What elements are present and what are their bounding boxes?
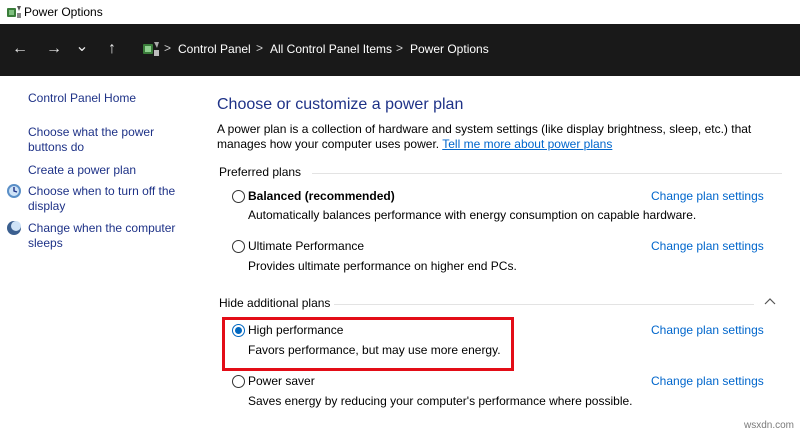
sleep-moon-icon — [7, 221, 21, 235]
turn-off-display-link[interactable]: Choose when to turn off the display — [28, 184, 188, 214]
change-plan-settings-balanced[interactable]: Change plan settings — [651, 189, 764, 203]
plan-desc-power-saver: Saves energy by reducing your computer's… — [248, 394, 633, 408]
breadcrumb-separator: > — [164, 41, 172, 55]
breadcrumb-power-options[interactable]: Power Options — [410, 42, 489, 56]
display-timer-icon — [7, 184, 21, 198]
back-button[interactable]: ← — [9, 38, 31, 60]
divider — [334, 304, 754, 305]
plan-name-ultimate: Ultimate Performance — [248, 239, 365, 253]
chevron-down-icon: ⌄ — [75, 38, 89, 55]
highlight-box — [222, 317, 514, 371]
recent-locations-button[interactable]: ⌄ — [73, 36, 91, 58]
computer-sleeps-link[interactable]: Change when the computer sleeps — [28, 221, 188, 251]
breadcrumb-control-panel[interactable]: Control Panel — [178, 42, 251, 56]
sidebar: Control Panel Home Choose what the power… — [0, 76, 200, 435]
control-panel-icon — [143, 42, 159, 56]
control-panel-home-link[interactable]: Control Panel Home — [28, 91, 136, 106]
title-bar: Power Options — [0, 0, 800, 24]
change-plan-settings-power-saver[interactable]: Change plan settings — [651, 374, 764, 388]
main-content: Choose or customize a power plan A power… — [200, 76, 800, 435]
window-title: Power Options — [24, 5, 103, 19]
watermark: wsxdn.com — [743, 420, 794, 431]
hide-additional-plans-toggle[interactable]: Hide additional plans — [219, 296, 330, 310]
preferred-plans-label: Preferred plans — [219, 165, 302, 179]
breadcrumb-separator: > — [396, 41, 404, 55]
plan-desc-balanced: Automatically balances performance with … — [248, 208, 697, 222]
plan-desc-ultimate: Provides ultimate performance on higher … — [248, 259, 517, 273]
back-arrow-icon: ← — [12, 40, 28, 57]
page-description: A power plan is a collection of hardware… — [217, 122, 787, 152]
up-arrow-icon: ↑ — [108, 40, 116, 57]
page-title: Choose or customize a power plan — [217, 96, 464, 113]
create-power-plan-link[interactable]: Create a power plan — [28, 163, 136, 178]
learn-more-link[interactable]: Tell me more about power plans — [442, 137, 612, 151]
address-toolbar: ← → ⌄ ↑ > Control Panel > All Control Pa… — [0, 24, 800, 76]
plan-name-balanced: Balanced (recommended) — [248, 189, 395, 203]
change-plan-settings-ultimate[interactable]: Change plan settings — [651, 239, 764, 253]
up-button[interactable]: ↑ — [101, 38, 123, 60]
forward-button[interactable]: → — [43, 38, 65, 60]
ultimate-performance-radio[interactable] — [232, 240, 245, 253]
divider — [312, 173, 782, 174]
breadcrumb-all-items[interactable]: All Control Panel Items — [270, 42, 392, 56]
breadcrumb-separator: > — [256, 41, 264, 55]
forward-arrow-icon: → — [46, 40, 62, 57]
address-field[interactable]: > Control Panel > All Control Panel Item… — [134, 34, 800, 64]
chevron-up-icon[interactable] — [764, 296, 776, 306]
plan-name-power-saver: Power saver — [248, 374, 315, 388]
balanced-radio[interactable] — [232, 190, 245, 203]
power-options-icon — [7, 6, 21, 18]
change-plan-settings-high-performance[interactable]: Change plan settings — [651, 323, 764, 337]
power-buttons-link[interactable]: Choose what the power buttons do — [28, 125, 178, 155]
power-saver-radio[interactable] — [232, 375, 245, 388]
